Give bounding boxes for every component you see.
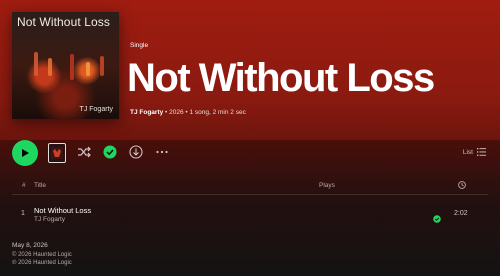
check-circle-icon [433,215,441,223]
shuffle-icon [78,146,91,158]
track-title[interactable]: Not Without Loss [34,206,91,215]
track-row[interactable]: 1 Not Without Loss TJ Fogarty 2:02 [8,201,492,229]
clock-icon [458,181,466,189]
check-circle-icon [103,145,117,159]
album-type-label: Single [130,42,149,49]
copyright: © 2026 Haunted Logic [12,252,72,258]
table-divider [12,194,488,195]
release-date: May 8, 2026 [12,242,48,249]
download-icon [129,145,143,159]
column-header-plays: Plays [319,182,335,189]
list-icon [477,148,486,156]
track-saved-button[interactable] [433,210,441,228]
album-cover: Not Without Loss TJ Fogarty [12,12,119,119]
album-preview-thumbnail[interactable] [48,143,66,163]
column-header-number: # [22,182,26,189]
more-icon [156,150,168,154]
column-header-title: Title [34,182,47,189]
play-icon [22,149,29,157]
track-artist[interactable]: TJ Fogarty [34,216,65,223]
album-meta-details: • 2026 • 1 song, 2 min 2 sec [163,109,246,116]
album-title: Not Without Loss [127,56,435,100]
saved-button[interactable] [102,144,118,160]
play-button[interactable] [12,140,38,166]
column-header-duration [458,181,466,191]
track-number: 1 [21,210,25,217]
view-toggle[interactable]: List [463,148,486,156]
cover-artist: TJ Fogarty [79,106,113,113]
more-options-button[interactable] [154,144,170,160]
cover-title: Not Without Loss [17,15,110,29]
download-button[interactable] [128,144,144,160]
cover-thumbnail-icon [51,147,63,159]
artist-link[interactable]: TJ Fogarty [130,109,163,116]
shuffle-button[interactable] [76,144,92,160]
album-meta: TJ Fogarty • 2026 • 1 song, 2 min 2 sec [130,109,246,116]
phonographic-copyright: ℗ 2026 Haunted Logic [12,260,72,266]
track-duration: 2:02 [454,210,468,217]
view-toggle-label: List [462,148,473,156]
